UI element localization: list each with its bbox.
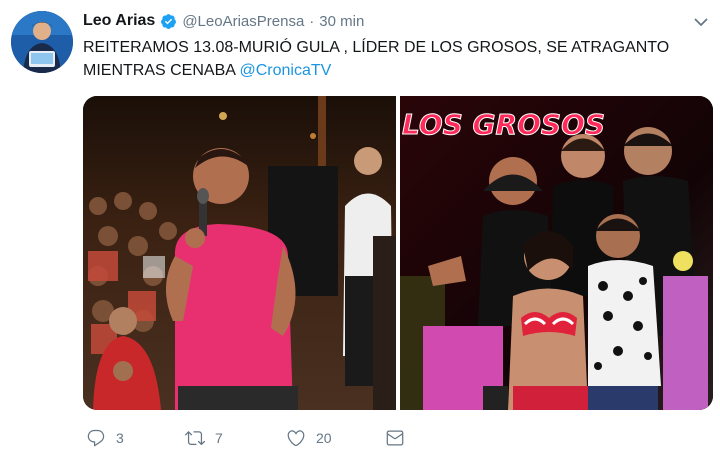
mention-link[interactable]: @CronicaTV	[239, 62, 331, 79]
tweet-header: Leo Arias @LeoAriasPrensa · 30 min	[83, 10, 364, 32]
verified-badge-icon	[161, 13, 177, 29]
left-photo[interactable]	[83, 96, 396, 410]
tweet-media[interactable]: LOS GROSOS	[83, 96, 713, 410]
like-button[interactable]: 20	[286, 426, 332, 450]
right-photo[interactable]: LOS GROSOS	[400, 96, 713, 410]
chevron-down-icon[interactable]	[693, 14, 709, 30]
separator-dot: ·	[309, 12, 315, 30]
retweet-icon	[185, 431, 205, 446]
retweet-count: 7	[215, 430, 223, 446]
tweet-text-line-2-body: MIENTRAS CENABA	[83, 62, 240, 79]
envelope-icon	[386, 430, 404, 446]
tweet-text-line-2: MIENTRAS CENABA @CronicaTV	[83, 59, 683, 82]
like-count: 20	[316, 430, 332, 446]
reply-icon	[87, 429, 105, 447]
tweet-timestamp[interactable]: 30 min	[319, 13, 364, 30]
tweet-text-line-1: REITERAMOS 13.08-MURIÓ GULA , LÍDER DE L…	[83, 39, 670, 56]
tweet-text: REITERAMOS 13.08-MURIÓ GULA , LÍDER DE L…	[83, 36, 683, 82]
tweet-card[interactable]: Leo Arias @LeoAriasPrensa · 30 min REITE…	[0, 0, 720, 458]
author-handle[interactable]: @LeoAriasPrensa	[182, 13, 304, 30]
heart-icon	[287, 430, 305, 447]
reply-button[interactable]: 3	[86, 426, 124, 450]
author-name[interactable]: Leo Arias	[83, 12, 155, 30]
retweet-button[interactable]: 7	[185, 426, 223, 450]
reply-count: 3	[116, 430, 124, 446]
avatar[interactable]	[11, 11, 73, 73]
dm-button[interactable]	[385, 426, 405, 450]
